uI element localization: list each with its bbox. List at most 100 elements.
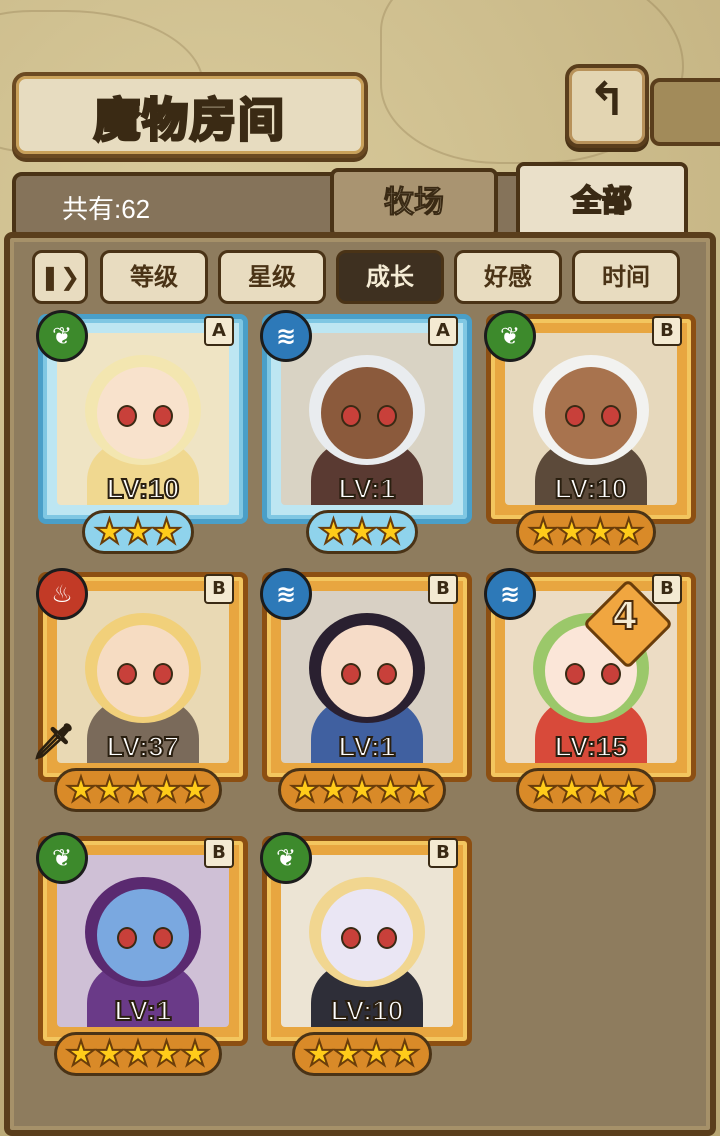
star-pill: ★★★ xyxy=(82,510,194,554)
star-icon: ★ xyxy=(93,1034,126,1074)
portrait-face xyxy=(97,625,189,717)
leaf-icon: ❦ xyxy=(36,310,88,362)
star-icon: ★ xyxy=(612,512,645,552)
portrait-eye xyxy=(601,405,621,427)
leaf-icon: ❦ xyxy=(260,832,312,884)
leaf-icon: ❦ xyxy=(484,310,536,362)
grade-number: 4 xyxy=(611,593,639,639)
portrait-eye xyxy=(117,663,137,685)
sort-by-star-button[interactable]: 星级 xyxy=(218,250,326,304)
star-icon: ★ xyxy=(403,770,436,810)
portrait-eye xyxy=(377,405,397,427)
leaf-icon: ❦ xyxy=(36,832,88,884)
portrait-eye xyxy=(601,663,621,685)
star-icon: ★ xyxy=(93,770,126,810)
star-icon: ★ xyxy=(612,770,645,810)
star-rating: ★★★★ xyxy=(262,1032,462,1078)
water-waves-icon: ≋ xyxy=(484,568,536,620)
sort-bar: ❚❯ 等级 星级 成长 好感 时间 xyxy=(32,250,692,304)
star-icon: ★ xyxy=(93,512,126,552)
monster-card[interactable]: LV:10 ❦ B ★★★★ xyxy=(484,310,696,556)
portrait-eye xyxy=(153,405,173,427)
star-icon: ★ xyxy=(65,770,98,810)
star-pill: ★★★★★ xyxy=(53,768,223,812)
back-button[interactable]: ↰ xyxy=(565,64,649,148)
monster-card[interactable]: LV:1 ≋ B ★★★★★ xyxy=(260,568,472,814)
star-icon: ★ xyxy=(527,512,560,552)
star-pill: ★★★★ xyxy=(292,1032,432,1076)
portrait-face xyxy=(97,367,189,459)
star-icon: ★ xyxy=(584,770,617,810)
star-rating: ★★★★★ xyxy=(262,768,462,814)
star-icon: ★ xyxy=(179,770,212,810)
monster-level: LV:10 xyxy=(330,994,405,1027)
portrait-face xyxy=(321,889,413,981)
rank-badge: B xyxy=(204,838,234,868)
star-rating: ★★★★ xyxy=(486,510,686,556)
sword-icon: 🗡 xyxy=(31,721,76,763)
sort-order-toggle[interactable]: ❚❯ xyxy=(32,250,88,304)
monster-room-screen: 魔物房间 ↰ 共有:62 牧场 全部 ❚❯ 等级 星级 成长 好感 时间 LV:… xyxy=(0,0,720,1136)
portrait-eye xyxy=(377,927,397,949)
monster-level: LV:15 xyxy=(554,730,629,763)
rank-badge: B xyxy=(428,838,458,868)
star-pill: ★★★★★ xyxy=(53,1032,223,1076)
star-icon: ★ xyxy=(150,1034,183,1074)
star-icon: ★ xyxy=(584,512,617,552)
star-icon: ★ xyxy=(122,770,155,810)
monster-level: LV:1 xyxy=(113,994,172,1027)
tab-ranch[interactable]: 牧场 xyxy=(330,168,498,238)
star-pill: ★★★★★ xyxy=(277,768,447,812)
monster-card[interactable]: LV:10 ❦ B ★★★★ xyxy=(260,832,472,1078)
monster-card[interactable]: LV:1 ❦ B ★★★★★ xyxy=(36,832,248,1078)
portrait-face xyxy=(97,889,189,981)
monster-level: LV:1 xyxy=(337,472,396,505)
pause-sort-icon: ❚❯ xyxy=(39,263,81,291)
rank-badge: A xyxy=(204,316,234,346)
star-icon: ★ xyxy=(179,1034,212,1074)
tab-all[interactable]: 全部 xyxy=(516,162,688,242)
star-icon: ★ xyxy=(388,1034,421,1074)
star-icon: ★ xyxy=(555,770,588,810)
star-rating: ★★★ xyxy=(262,510,462,556)
sort-by-level-button[interactable]: 等级 xyxy=(100,250,208,304)
monster-level: LV:10 xyxy=(554,472,629,505)
portrait-face xyxy=(321,625,413,717)
monster-card[interactable]: LV:1 ≋ A ★★★ xyxy=(260,310,472,556)
monster-card[interactable]: LV:15 ≋ B 4 ★★★★ xyxy=(484,568,696,812)
star-rating: ★★★ xyxy=(38,510,238,556)
star-icon: ★ xyxy=(122,512,155,552)
portrait-face xyxy=(321,367,413,459)
portrait-eye xyxy=(117,405,137,427)
star-pill: ★★★ xyxy=(306,510,418,554)
rank-badge: B xyxy=(652,316,682,346)
portrait-eye xyxy=(377,663,397,685)
flame-icon: ♨ xyxy=(36,568,88,620)
star-pill: ★★★★ xyxy=(516,768,656,812)
star-rating: ★★★★★ xyxy=(38,1032,238,1078)
portrait-eye xyxy=(565,405,585,427)
rank-badge: B xyxy=(428,574,458,604)
monster-level: LV:10 xyxy=(106,472,181,505)
portrait-eye xyxy=(341,663,361,685)
monster-level: LV:1 xyxy=(337,730,396,763)
star-icon: ★ xyxy=(303,1034,336,1074)
star-icon: ★ xyxy=(289,770,322,810)
title-plate: 魔物房间 xyxy=(12,72,368,158)
monster-card[interactable]: LV:37 ♨ B 🗡 ★★★★★ xyxy=(31,568,248,812)
monster-count: 共有:62 xyxy=(62,194,151,224)
star-icon: ★ xyxy=(346,512,379,552)
star-icon: ★ xyxy=(555,512,588,552)
water-waves-icon: ≋ xyxy=(260,310,312,362)
star-icon: ★ xyxy=(374,770,407,810)
sort-by-affection-button[interactable]: 好感 xyxy=(454,250,562,304)
rank-badge: B xyxy=(204,574,234,604)
sort-by-time-button[interactable]: 时间 xyxy=(572,250,680,304)
sort-by-growth-button[interactable]: 成长 xyxy=(336,250,444,304)
star-icon: ★ xyxy=(317,512,350,552)
star-icon: ★ xyxy=(374,512,407,552)
star-icon: ★ xyxy=(150,512,183,552)
star-icon: ★ xyxy=(527,770,560,810)
back-arrow-icon: ↰ xyxy=(587,72,627,126)
monster-card[interactable]: LV:10 ❦ A ★★★ xyxy=(36,310,248,556)
